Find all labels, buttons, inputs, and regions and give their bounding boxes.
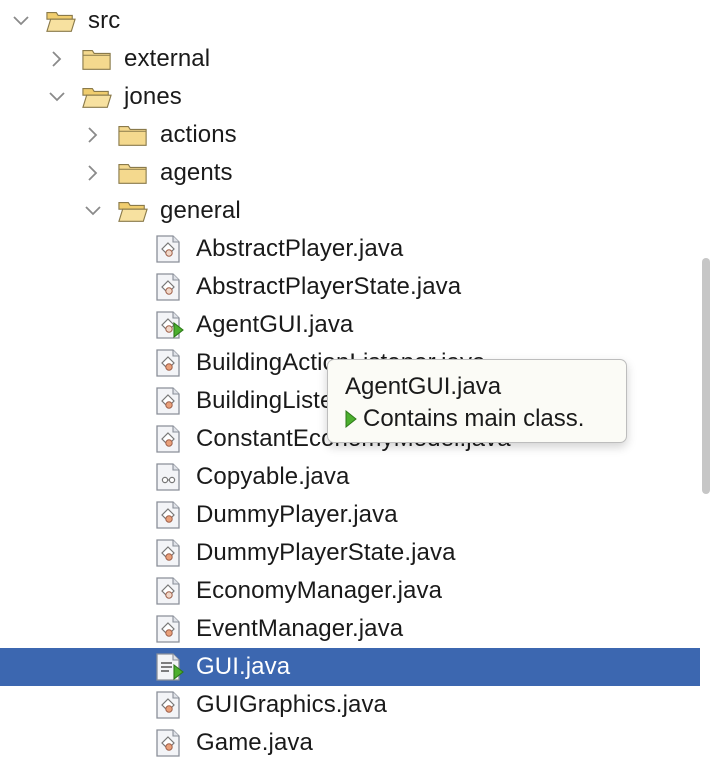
vertical-scrollbar[interactable] [702,258,710,494]
class-file-icon [154,691,184,719]
tree-item-src[interactable]: src [0,2,700,40]
class-file-icon [154,615,184,643]
tree-item-agents[interactable]: agents [0,154,700,192]
tree-item-label: DummyPlayerState.java [196,539,456,566]
run-icon [345,410,357,428]
tree-item-actions[interactable]: actions [0,116,700,154]
folder-icon [118,159,148,187]
folder-icon [118,121,148,149]
abstract-class-file-icon [154,273,184,301]
tree-item-label: jones [124,83,182,110]
tree-item-label: AbstractPlayerState.java [196,273,462,300]
tree-item-external[interactable]: external [0,40,700,78]
tree-item-label: Game.java [196,729,313,756]
tree-item-abstractplayer-java[interactable]: AbstractPlayer.java [0,230,700,268]
tree-item-copyable-java[interactable]: Copyable.java [0,458,700,496]
open-folder-icon [82,83,112,111]
abstract-class-file-icon [154,235,184,263]
tree-item-label: EconomyManager.java [196,577,443,604]
chevron-right-icon[interactable] [46,48,68,70]
tree-item-dummyplayer-java[interactable]: DummyPlayer.java [0,496,700,534]
tree-item-dummyplayerstate-java[interactable]: DummyPlayerState.java [0,534,700,572]
open-folder-icon [118,197,148,225]
tree-item-label: agents [160,159,233,186]
tooltip-title: AgentGUI.java [345,373,502,400]
tree-item-label: GUI.java [196,653,291,680]
interface-file-icon [154,463,184,491]
tree-item-game-java[interactable]: Game.java [0,724,700,762]
chevron-down-icon[interactable] [46,86,68,108]
tree-item-label: Copyable.java [196,463,350,490]
file-tooltip: AgentGUI.java Contains main class. [327,359,627,443]
chevron-down-icon[interactable] [82,200,104,222]
class-file-icon [154,539,184,567]
chevron-right-icon[interactable] [82,162,104,184]
abstract-class-file-icon [154,577,184,605]
main-class-file-icon [154,311,184,339]
tree-item-gui-java[interactable]: GUI.java [0,648,700,686]
chevron-down-icon[interactable] [10,10,32,32]
main-class-file-icon [154,653,184,681]
class-file-icon [154,425,184,453]
class-file-icon [154,349,184,377]
tree-item-label: src [88,7,121,34]
folder-icon [82,45,112,73]
tree-item-label: AgentGUI.java [196,311,354,338]
tree-item-eventmanager-java[interactable]: EventManager.java [0,610,700,648]
tree-item-label: general [160,197,241,224]
tree-item-agentgui-java[interactable]: AgentGUI.java [0,306,700,344]
tree-item-label: external [124,45,211,72]
tree-item-label: actions [160,121,237,148]
open-folder-icon [46,7,76,35]
tree-item-general[interactable]: general [0,192,700,230]
class-file-icon [154,501,184,529]
tree-item-guigraphics-java[interactable]: GUIGraphics.java [0,686,700,724]
chevron-right-icon[interactable] [82,124,104,146]
tooltip-description: Contains main class. [363,405,585,432]
tooltip-line: Contains main class. [345,404,626,434]
class-file-icon [154,387,184,415]
tree-item-abstractplayerstate-java[interactable]: AbstractPlayerState.java [0,268,700,306]
tree-item-economymanager-java[interactable]: EconomyManager.java [0,572,700,610]
tree-item-label: AbstractPlayer.java [196,235,404,262]
class-file-icon [154,729,184,757]
tree-item-label: DummyPlayer.java [196,501,398,528]
tree-item-label: EventManager.java [196,615,404,642]
tree-item-label: GUIGraphics.java [196,691,387,718]
tree-item-jones[interactable]: jones [0,78,700,116]
